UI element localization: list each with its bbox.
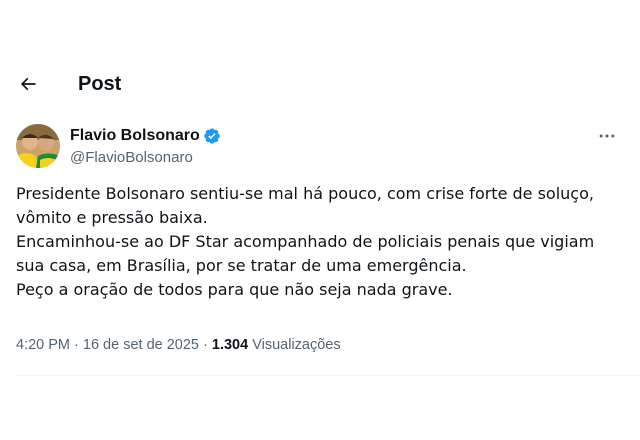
avatar-image xyxy=(16,124,60,168)
views-label: Visualizações xyxy=(252,337,341,353)
tweet-line: Presidente Bolsonaro sentiu-se mal há po… xyxy=(16,184,594,203)
meta-separator: · xyxy=(74,337,83,353)
tweet-date[interactable]: 16 de set de 2025 xyxy=(83,337,199,353)
page-title: Post xyxy=(78,73,122,95)
tweet-line: Encaminhou-se ao DF Star acompanhado de … xyxy=(16,232,595,251)
views-count: 1.304 xyxy=(211,337,249,353)
verified-badge-icon xyxy=(203,127,221,145)
author-row: Flavio Bolsonaro @FlavioBolsonaro xyxy=(16,124,640,172)
meta-separator: · xyxy=(203,337,212,353)
post-header: Post xyxy=(0,60,640,108)
avatar[interactable] xyxy=(16,124,60,168)
tweet-time[interactable]: 4:20 PM xyxy=(16,337,70,353)
tweet-line: vômito e pressão baixa. xyxy=(16,208,208,227)
tweet-line: Peço a oração de todos para que não seja… xyxy=(16,280,453,299)
more-options-button[interactable] xyxy=(590,124,624,148)
tweet-meta: 4:20 PM · 16 de set de 2025 · 1.304 Visu… xyxy=(16,335,341,355)
author-handle[interactable]: @FlavioBolsonaro xyxy=(70,148,193,168)
tweet-text: Presidente Bolsonaro sentiu-se mal há po… xyxy=(16,182,636,302)
divider xyxy=(16,375,640,376)
more-horizontal-icon xyxy=(599,134,615,138)
author-name[interactable]: Flavio Bolsonaro xyxy=(70,126,200,146)
tweet-line: sua casa, em Brasília, por se tratar de … xyxy=(16,256,467,275)
author-name-wrap: Flavio Bolsonaro xyxy=(70,126,221,146)
arrow-left-icon xyxy=(20,77,36,91)
back-button[interactable] xyxy=(10,66,46,102)
